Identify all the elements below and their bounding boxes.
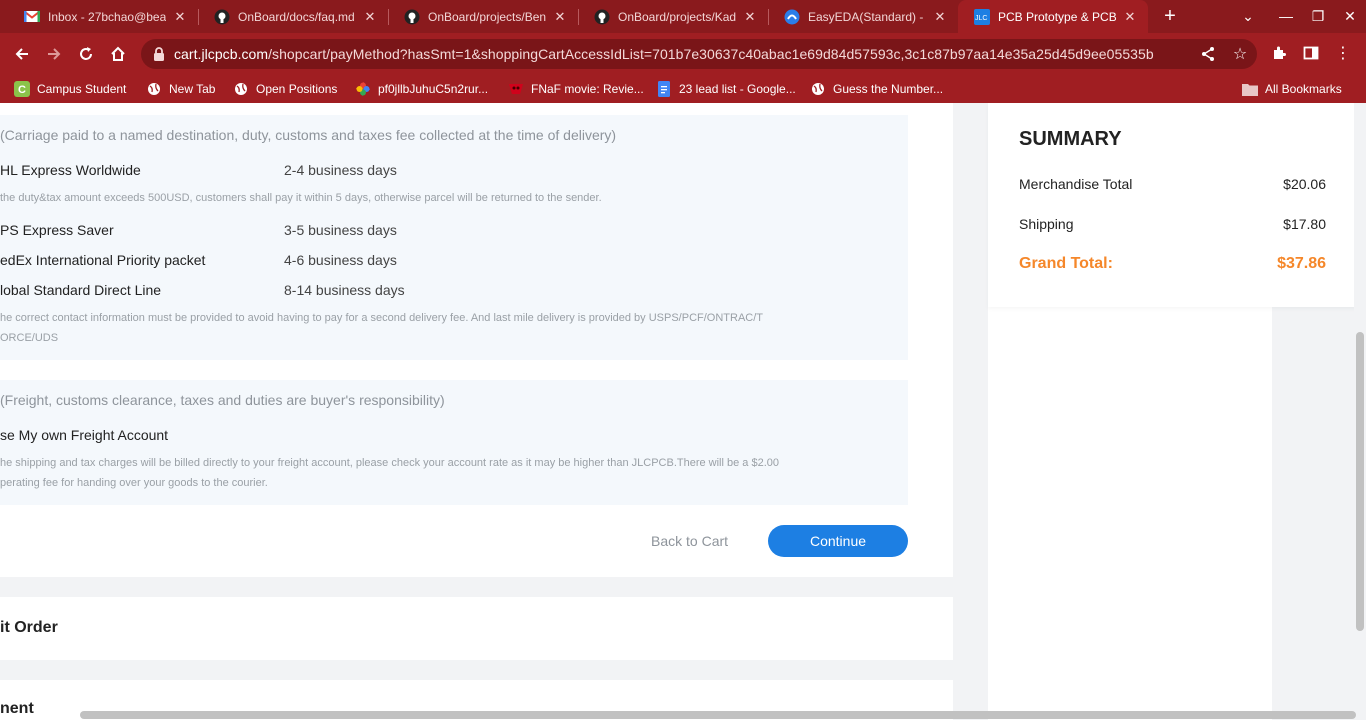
tab-easyeda[interactable]: EasyEDA(Standard) - A ✕ bbox=[768, 0, 958, 33]
globe-icon bbox=[233, 81, 249, 97]
tab-title: OnBoard/projects/Kad bbox=[618, 9, 736, 24]
delivery-time: 4-6 business days bbox=[284, 252, 397, 268]
close-icon[interactable]: ✕ bbox=[172, 9, 188, 25]
svg-text:C: C bbox=[18, 84, 26, 96]
minimize-icon[interactable]: — bbox=[1272, 4, 1300, 28]
page-content: (Carriage paid to a named destination, d… bbox=[0, 103, 1366, 720]
back-to-cart-link[interactable]: Back to Cart bbox=[651, 533, 728, 549]
tab-search-icon[interactable]: ⌄ bbox=[1234, 4, 1262, 28]
tab-jlcpcb[interactable]: JLC PCB Prototype & PCB F ✕ bbox=[958, 0, 1148, 33]
delivery-time: 8-14 business days bbox=[284, 282, 405, 298]
svg-text:JLC: JLC bbox=[975, 15, 987, 22]
tab-title: OnBoard/docs/faq.md bbox=[238, 9, 355, 24]
tab-gmail[interactable]: Inbox - 27bchao@bear ✕ bbox=[8, 0, 198, 33]
tab-title: OnBoard/projects/Ben bbox=[428, 9, 546, 24]
tab-projects-ben[interactable]: OnBoard/projects/Ben ✕ bbox=[388, 0, 578, 33]
globe-icon bbox=[810, 81, 826, 97]
tab-title: EasyEDA(Standard) - A bbox=[808, 9, 926, 24]
shipping-group-freight: (Freight, customs clearance, taxes and d… bbox=[0, 380, 908, 505]
folder-icon bbox=[1242, 81, 1258, 97]
easyeda-icon bbox=[784, 9, 800, 25]
bookmark-open-positions[interactable]: Open Positions bbox=[233, 80, 337, 98]
close-icon[interactable]: ✕ bbox=[1122, 9, 1138, 25]
option-note: ORCE/UDS bbox=[0, 332, 59, 344]
shipping-option-global-standard[interactable]: lobal Standard Direct Line bbox=[0, 282, 161, 298]
docs-icon bbox=[656, 81, 672, 97]
grand-total-value: $37.86 bbox=[1277, 255, 1326, 272]
github-icon bbox=[214, 9, 230, 25]
address-bar[interactable]: cart.jlcpcb.com/shopcart/payMethod?hasSm… bbox=[141, 39, 1257, 69]
shipping-group-ddp: (Carriage paid to a named destination, d… bbox=[0, 115, 908, 360]
delivery-time: 3-5 business days bbox=[284, 222, 397, 238]
submit-order-section[interactable]: it Order bbox=[0, 597, 953, 660]
jlcpcb-icon: JLC bbox=[974, 8, 990, 25]
bookmark-lead-list[interactable]: 23 lead list - Google... bbox=[656, 80, 796, 98]
fnaf-icon bbox=[508, 81, 524, 97]
bookmark-guess-number[interactable]: Guess the Number... bbox=[810, 80, 943, 98]
url-text: cart.jlcpcb.com/shopcart/payMethod?hasSm… bbox=[174, 46, 1154, 62]
tab-title: PCB Prototype & PCB F bbox=[998, 9, 1116, 24]
extensions-icon[interactable] bbox=[1268, 41, 1290, 65]
campus-icon: C bbox=[14, 81, 30, 97]
summary-title: SUMMARY bbox=[1019, 128, 1122, 150]
shipping-option-ups[interactable]: PS Express Saver bbox=[0, 222, 114, 238]
shipping-option-dhl[interactable]: HL Express Worldwide bbox=[0, 162, 141, 178]
tab-strip: Inbox - 27bchao@bear ✕ OnBoard/docs/faq.… bbox=[0, 0, 1366, 33]
shipping-option-own-account[interactable]: se My own Freight Account bbox=[0, 427, 168, 443]
option-note: he shipping and tax charges will be bill… bbox=[0, 457, 779, 469]
bookmark-campus-student[interactable]: C Campus Student bbox=[14, 80, 126, 98]
side-panel-icon[interactable] bbox=[1300, 41, 1322, 65]
tab-title: Inbox - 27bchao@bear bbox=[48, 9, 166, 24]
home-icon[interactable] bbox=[105, 41, 131, 67]
lock-icon[interactable] bbox=[153, 47, 165, 61]
menu-icon[interactable]: ⋮ bbox=[1332, 41, 1354, 65]
close-icon[interactable]: ✕ bbox=[742, 9, 758, 25]
close-icon[interactable]: ✕ bbox=[932, 9, 948, 25]
order-summary: SUMMARY Merchandise Total $20.06 Shippin… bbox=[988, 103, 1358, 307]
continue-button[interactable]: Continue bbox=[768, 525, 908, 557]
restore-icon[interactable]: ❐ bbox=[1304, 4, 1332, 28]
github-icon bbox=[594, 9, 610, 25]
shipping-value: $17.80 bbox=[1283, 216, 1326, 232]
group-note: (Freight, customs clearance, taxes and d… bbox=[0, 392, 445, 408]
merchandise-total-value: $20.06 bbox=[1283, 176, 1326, 192]
shipping-method-card: (Carriage paid to a named destination, d… bbox=[0, 103, 953, 577]
browser-toolbar: cart.jlcpcb.com/shopcart/payMethod?hasSm… bbox=[0, 33, 1366, 75]
photos-icon bbox=[355, 81, 371, 97]
shipping-label: Shipping bbox=[1019, 216, 1074, 232]
group-note: (Carriage paid to a named destination, d… bbox=[0, 127, 617, 143]
option-note: he correct contact information must be p… bbox=[0, 312, 764, 324]
close-window-icon[interactable]: ✕ bbox=[1336, 4, 1364, 28]
share-icon[interactable] bbox=[1199, 45, 1217, 63]
back-icon[interactable] bbox=[9, 41, 35, 67]
globe-icon bbox=[146, 81, 162, 97]
shipping-option-fedex[interactable]: edEx International Priority packet bbox=[0, 252, 205, 268]
bookmarks-bar: C Campus Student New Tab Open Positions … bbox=[0, 75, 1366, 103]
bookmark-photos[interactable]: pf0jllbJuhuC5n2rur... bbox=[355, 80, 488, 98]
merchandise-total-label: Merchandise Total bbox=[1019, 176, 1133, 192]
star-icon[interactable]: ☆ bbox=[1231, 45, 1249, 63]
tab-projects-kad[interactable]: OnBoard/projects/Kad ✕ bbox=[578, 0, 768, 33]
reload-icon[interactable] bbox=[73, 41, 99, 67]
forward-icon[interactable] bbox=[41, 41, 67, 67]
all-bookmarks[interactable]: All Bookmarks bbox=[1242, 80, 1342, 98]
option-note: perating fee for handing over your goods… bbox=[0, 477, 268, 489]
github-icon bbox=[404, 9, 420, 25]
bookmark-new-tab[interactable]: New Tab bbox=[146, 80, 215, 98]
bookmark-fnaf[interactable]: FNaF movie: Revie... bbox=[508, 80, 644, 98]
tab-faq[interactable]: OnBoard/docs/faq.md ✕ bbox=[198, 0, 388, 33]
section-title: it Order bbox=[0, 619, 58, 636]
delivery-time: 2-4 business days bbox=[284, 162, 397, 178]
option-note: the duty&tax amount exceeds 500USD, cust… bbox=[0, 192, 602, 204]
gmail-icon bbox=[24, 9, 40, 25]
vertical-scrollbar-thumb[interactable] bbox=[1356, 332, 1364, 631]
section-title: nent bbox=[0, 700, 34, 717]
close-icon[interactable]: ✕ bbox=[552, 9, 568, 25]
grand-total-label: Grand Total: bbox=[1019, 255, 1113, 272]
close-icon[interactable]: ✕ bbox=[362, 9, 378, 25]
new-tab-button[interactable]: + bbox=[1158, 4, 1182, 28]
horizontal-scrollbar-thumb[interactable] bbox=[80, 711, 1356, 719]
